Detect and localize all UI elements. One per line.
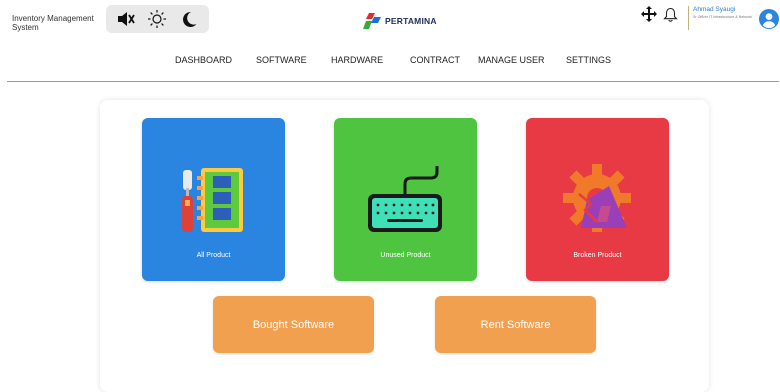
bought-software-button[interactable]: Bought Software	[213, 296, 374, 353]
broken-product-label: Broken Product	[573, 252, 622, 259]
nav-contract[interactable]: CONTRACT	[410, 55, 460, 65]
moon-icon	[183, 11, 197, 27]
all-product-label: All Product	[196, 252, 231, 259]
dark-mode-button[interactable]	[177, 7, 201, 31]
user-role: Sr Officer IT Infrastructure & Network	[693, 15, 752, 19]
main-nav: DASHBOARD SOFTWARE HARDWARE CONTRACT MAN…	[0, 55, 780, 67]
nav-dashboard[interactable]: DASHBOARD	[175, 55, 232, 65]
sun-icon	[148, 10, 167, 28]
nav-settings[interactable]: SETTINGS	[566, 55, 611, 65]
nav-manage-user[interactable]: MANAGE USER	[478, 55, 545, 65]
header-divider	[688, 6, 689, 30]
avatar-icon[interactable]	[759, 9, 779, 29]
light-mode-button[interactable]	[145, 7, 169, 31]
nav-hardware[interactable]: HARDWARE	[331, 55, 383, 65]
keyboard-icon	[368, 166, 442, 232]
nav-divider	[7, 81, 779, 82]
app-title: Inventory Management System	[12, 14, 94, 32]
speaker-muted-icon	[117, 12, 135, 26]
nav-software[interactable]: SOFTWARE	[256, 55, 307, 65]
user-name[interactable]: Ahmad Syaugi	[693, 6, 735, 13]
broken-gear-icon	[563, 164, 631, 232]
broken-product-card[interactable]: Broken Product	[526, 118, 669, 281]
brand-logo: PERTAMINA	[363, 13, 437, 29]
rent-software-button[interactable]: Rent Software	[435, 296, 596, 353]
move-icon[interactable]	[641, 6, 657, 22]
brand-name: PERTAMINA	[385, 16, 437, 26]
display-toggle-group	[106, 5, 209, 33]
hardware-tools-icon	[182, 168, 243, 232]
pertamina-logo-icon	[363, 13, 381, 29]
unused-product-label: Unused Product	[380, 252, 431, 259]
mute-toggle-button[interactable]	[114, 7, 138, 31]
all-product-card[interactable]: All Product	[142, 118, 285, 281]
unused-product-card[interactable]: Unused Product	[334, 118, 477, 281]
bell-icon[interactable]	[663, 7, 678, 23]
